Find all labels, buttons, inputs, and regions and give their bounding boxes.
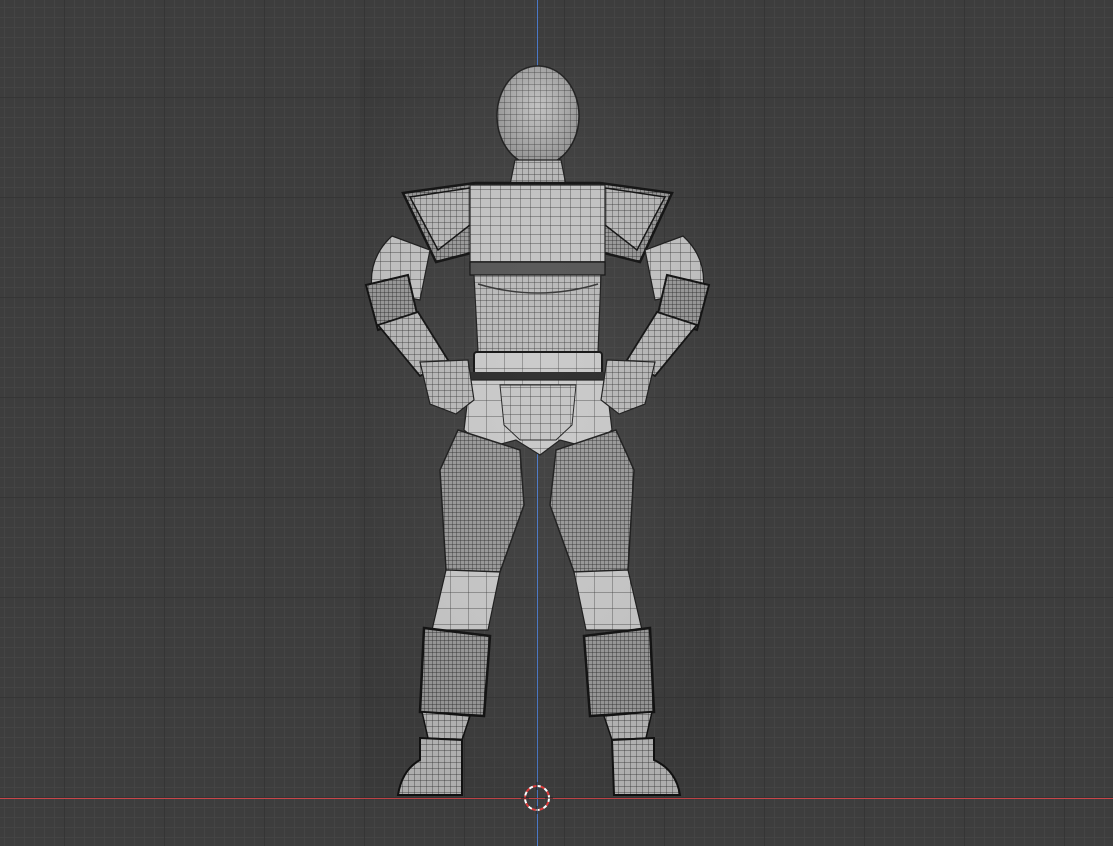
right-hand <box>600 359 656 415</box>
belt[interactable] <box>470 351 606 380</box>
right-boot <box>610 736 682 796</box>
right-arm[interactable] <box>600 235 711 415</box>
head[interactable] <box>496 65 580 167</box>
3d-viewport[interactable] <box>0 0 1113 846</box>
left-arm[interactable] <box>364 235 475 415</box>
left-shin-guard <box>418 626 492 718</box>
left-leg[interactable] <box>396 429 525 796</box>
right-shin-guard <box>582 626 656 718</box>
character-model[interactable] <box>0 0 1113 846</box>
neck[interactable] <box>509 159 567 186</box>
chest[interactable] <box>469 184 606 269</box>
chest-band <box>469 261 606 276</box>
abdomen[interactable] <box>473 274 602 353</box>
left-hand <box>419 359 475 415</box>
left-boot <box>396 736 463 796</box>
right-leg[interactable] <box>549 429 682 796</box>
3d-cursor-icon[interactable] <box>521 782 553 814</box>
